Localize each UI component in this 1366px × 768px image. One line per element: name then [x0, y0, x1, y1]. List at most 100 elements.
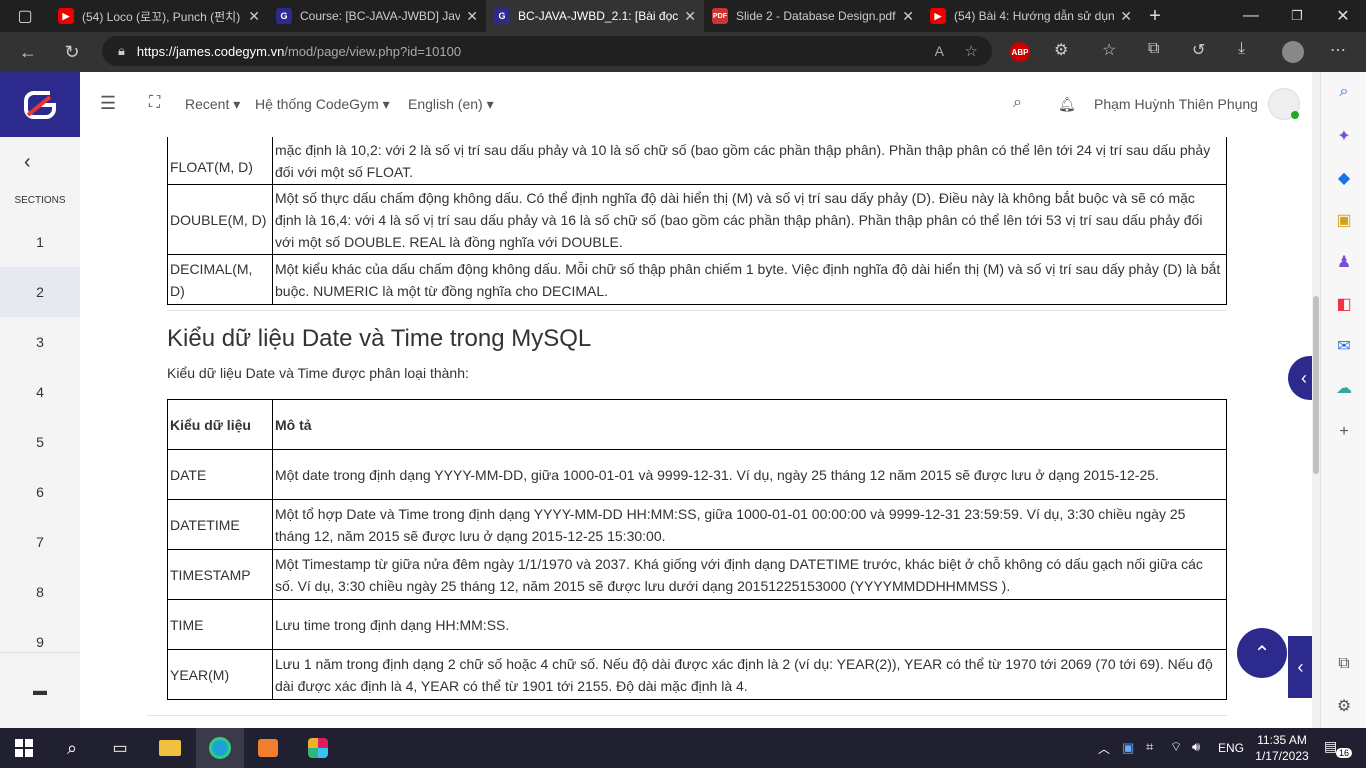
codegym-logo[interactable]: [0, 72, 80, 137]
favorites-icon[interactable]: ☆: [1102, 40, 1116, 60]
scrollbar-thumb[interactable]: [1313, 296, 1319, 474]
split-screen-icon[interactable]: ⧉: [1332, 652, 1356, 676]
desc-cell: Một số thực dấu chấm động không dấu. Có …: [272, 184, 1227, 255]
datetime-types-table: Kiểu dữ liệu Mô tả DATE Một date trong đ…: [167, 399, 1227, 700]
url-path: /mod/page/view.php?id=10100: [284, 43, 462, 59]
url-field[interactable]: 🔒︎ https://james.codegym.vn/mod/page/vie…: [102, 36, 992, 66]
profile-icon[interactable]: [1282, 41, 1304, 63]
search-icon[interactable]: ⌕: [1332, 80, 1356, 104]
collections-icon[interactable]: ⧉: [1148, 40, 1159, 58]
read-aloud-icon[interactable]: A: [935, 43, 944, 59]
chevron-up-icon[interactable]: ︿: [1098, 740, 1110, 757]
wifi-icon[interactable]: ⌔: [1170, 739, 1182, 755]
media-player-icon[interactable]: [244, 728, 292, 768]
address-bar: ← ↻ 🔒︎ https://james.codegym.vn/mod/page…: [0, 32, 1366, 72]
settings-icon[interactable]: ⚙: [1332, 694, 1356, 718]
volume-icon[interactable]: 🔊︎: [1192, 739, 1200, 755]
browser-tab[interactable]: PDF Slide 2 - Database Design.pdf ✕: [704, 0, 922, 32]
logo-icon: [24, 90, 56, 119]
close-tab-icon[interactable]: ✕: [1120, 8, 1132, 25]
adblock-icon[interactable]: ABP: [1010, 42, 1030, 62]
collapse-chevron-icon[interactable]: ‹: [24, 151, 31, 174]
language-label: English (en): [408, 96, 483, 112]
search-icon[interactable]: ⌕: [48, 728, 96, 768]
section-item[interactable]: 7: [0, 517, 80, 567]
close-tab-icon[interactable]: ✕: [248, 8, 260, 25]
browser-tab[interactable]: ▶ (54) Loco (로꼬), Punch (펀치) - ✕: [50, 0, 268, 32]
chevron-left-icon: ‹: [1301, 367, 1307, 388]
network-adapter-icon[interactable]: ⌗: [1146, 739, 1153, 755]
windows-start-icon[interactable]: [0, 728, 48, 768]
tray-app-icon[interactable]: ▣: [1122, 740, 1134, 756]
slack-logo-icon: [308, 738, 328, 758]
games-icon[interactable]: ♟: [1332, 250, 1356, 274]
section-item[interactable]: 1: [0, 217, 80, 267]
back-to-top-button[interactable]: ⌃: [1237, 628, 1287, 678]
downloads-icon[interactable]: ⤓: [1238, 40, 1245, 58]
favorite-add-icon[interactable]: ☆: [965, 42, 978, 60]
edge-taskbar-icon[interactable]: [196, 728, 244, 768]
new-tab-button[interactable]: +: [1140, 0, 1170, 32]
lock-icon: 🔒︎: [118, 43, 125, 58]
user-name[interactable]: Phạm Huỳnh Thiên Phụng: [1094, 96, 1258, 112]
shopping-tag-icon[interactable]: ◆: [1332, 166, 1356, 190]
close-tab-icon[interactable]: ✕: [684, 8, 696, 25]
notification-count-badge: 16: [1336, 748, 1353, 758]
type-cell: DATETIME: [167, 499, 273, 550]
avatar[interactable]: [1268, 88, 1300, 120]
notification-bell-icon[interactable]: 🔔︎: [1058, 96, 1076, 113]
section-item[interactable]: 4: [0, 367, 80, 417]
browser-tab-active[interactable]: G BC-JAVA-JWBD_2.1: [Bài đọc] ✕: [486, 0, 704, 32]
close-tab-icon[interactable]: ✕: [466, 8, 478, 25]
system-menu[interactable]: Hệ thống CodeGym ▾: [255, 96, 390, 113]
restore-icon[interactable]: ❐: [1274, 0, 1320, 32]
table-row: TIMESTAMP Một Timestamp từ giữa nửa đêm …: [167, 549, 1227, 600]
recent-menu[interactable]: Recent ▾: [185, 96, 240, 113]
tools-icon[interactable]: ▣: [1332, 208, 1356, 232]
section-item-current[interactable]: 2: [0, 267, 80, 317]
office-icon[interactable]: ◧: [1332, 292, 1356, 316]
outlook-icon[interactable]: ✉: [1332, 334, 1356, 358]
more-icon[interactable]: ⋯: [1330, 40, 1346, 60]
divider: [0, 652, 80, 653]
table-row: DOUBLE(M, D) Một số thực dấu chấm động k…: [167, 184, 1227, 255]
language-menu[interactable]: English (en) ▾: [408, 96, 494, 113]
menu-toggle-icon[interactable]: ☰: [100, 93, 116, 114]
section-subtitle: Kiểu dữ liệu Date và Time được phân loại…: [167, 365, 469, 381]
section-item[interactable]: 5: [0, 417, 80, 467]
block-drawer-button[interactable]: ‹: [1288, 636, 1313, 698]
history-icon[interactable]: ↺: [1192, 40, 1205, 60]
edge-sidebar: ⌕ ✦ ◆ ▣ ♟ ◧ ✉ ☁ + ⧉ ⚙: [1320, 72, 1366, 728]
refresh-icon[interactable]: ↻: [50, 32, 94, 72]
close-tab-icon[interactable]: ✕: [902, 8, 914, 25]
archive-icon[interactable]: ▬: [33, 682, 47, 698]
browser-tab[interactable]: ▶ (54) Bài 4: Hướng dẫn sử dụng ✕: [922, 0, 1140, 32]
copilot-icon[interactable]: ✦: [1332, 124, 1356, 148]
minimize-icon[interactable]: —: [1228, 0, 1274, 32]
close-window-icon[interactable]: ✕: [1320, 0, 1366, 32]
language-indicator[interactable]: ENG: [1218, 741, 1244, 755]
fullscreen-icon[interactable]: ⛶: [149, 94, 160, 112]
clock[interactable]: 11:35 AM 1/17/2023: [1254, 732, 1310, 764]
slack-icon[interactable]: [294, 728, 342, 768]
youtube-icon: ▶: [930, 8, 946, 24]
chevron-up-icon: ⌃: [1253, 642, 1271, 665]
extensions-icon[interactable]: ⚙: [1054, 40, 1068, 60]
browser-tab[interactable]: G Course: [BC-JAVA-JWBD] Java ✕: [268, 0, 486, 32]
type-cell: DOUBLE(M, D): [167, 184, 273, 255]
table-row: DATETIME Một tổ hợp Date và Time trong đ…: [167, 499, 1227, 550]
section-item[interactable]: 6: [0, 467, 80, 517]
back-icon[interactable]: ←: [6, 32, 50, 72]
table-row: FLOAT(M, D) mặc định là 10,2: với 2 là s…: [167, 137, 1227, 185]
task-view-icon[interactable]: ▭: [96, 728, 144, 768]
tab-actions-icon[interactable]: ▢: [0, 0, 50, 32]
section-item[interactable]: 9: [0, 617, 80, 667]
table-row: TIME Lưu time trong định dạng HH:MM:SS.: [167, 599, 1227, 650]
desc-cell: mặc định là 10,2: với 2 là số vị trí sau…: [272, 137, 1227, 185]
add-icon[interactable]: +: [1332, 420, 1356, 444]
section-item[interactable]: 3: [0, 317, 80, 367]
search-icon[interactable]: ⌕: [1013, 94, 1022, 112]
drop-icon[interactable]: ☁: [1332, 376, 1356, 400]
file-explorer-icon[interactable]: [146, 728, 194, 768]
section-item[interactable]: 8: [0, 567, 80, 617]
